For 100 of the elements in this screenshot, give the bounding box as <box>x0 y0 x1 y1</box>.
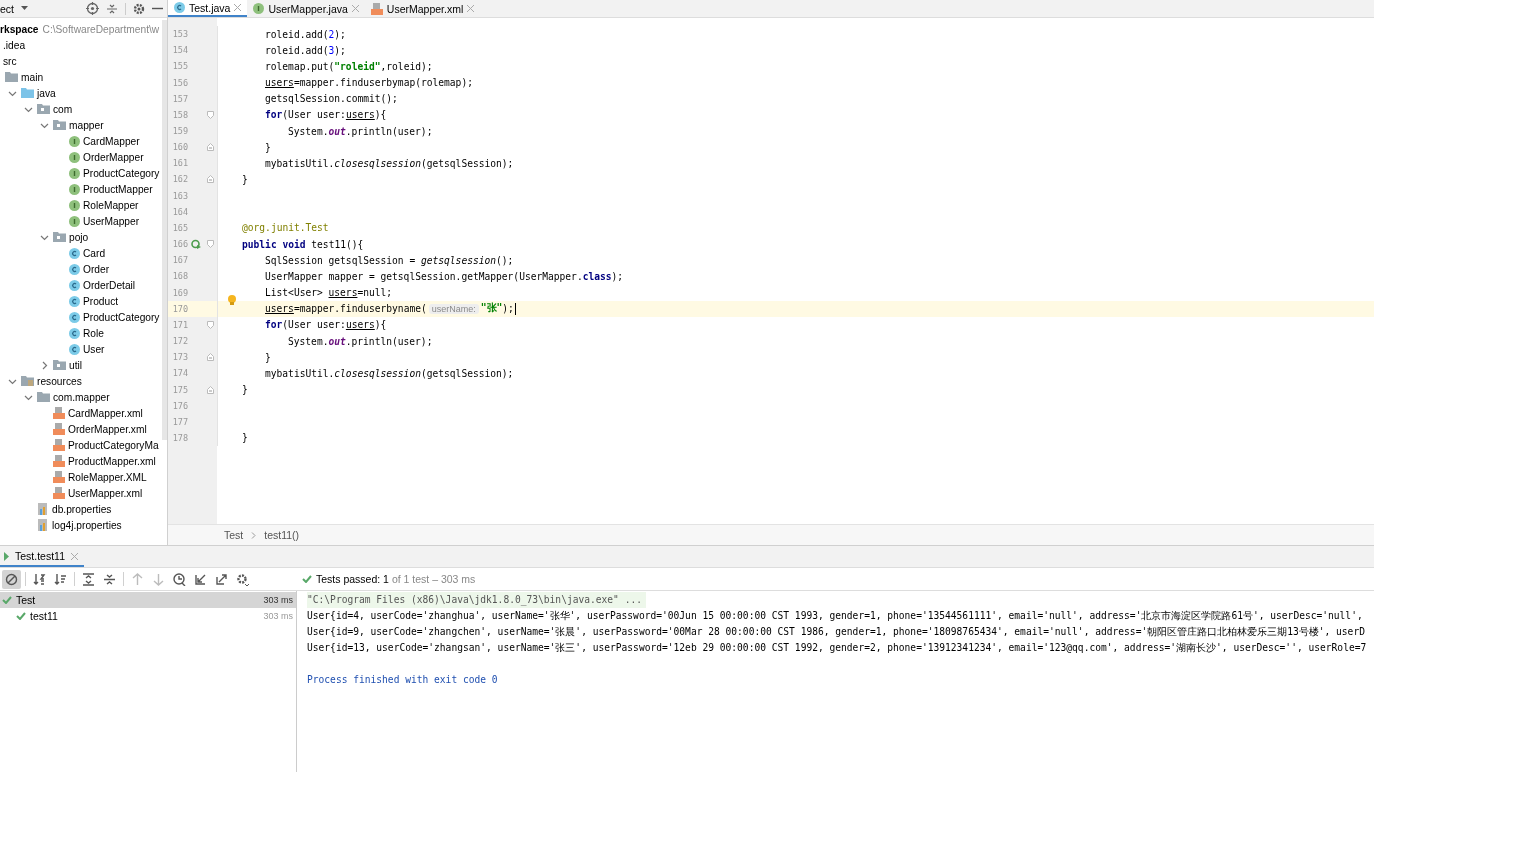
tree-item[interactable]: util <box>69 359 83 371</box>
string-literal: "roleid" <box>334 60 381 72</box>
test-row[interactable]: Test 303 ms <box>0 592 296 608</box>
project-root[interactable]: rkspace <box>0 23 39 35</box>
tree-item[interactable]: Role <box>83 327 104 339</box>
xml-file-icon <box>53 455 65 467</box>
class-icon <box>174 2 185 13</box>
collapse-chevron-icon[interactable] <box>40 360 49 370</box>
tree-item[interactable]: com.mapper <box>53 391 110 403</box>
line-number: 174 <box>171 368 188 379</box>
tree-item[interactable]: UserMapper <box>83 215 140 227</box>
line-number: 176 <box>171 400 188 411</box>
tree-item[interactable]: pojo <box>69 231 89 243</box>
dropdown-caret-icon[interactable] <box>21 6 28 11</box>
fold-marker-icon[interactable] <box>206 353 214 362</box>
line-number: 163 <box>171 190 188 201</box>
keyword: class <box>582 270 612 282</box>
editor-tab[interactable]: UserMapper.java <box>247 0 365 17</box>
line-number: 166 <box>171 239 188 250</box>
tree-item[interactable]: .idea <box>3 39 26 51</box>
variable: users <box>265 77 294 89</box>
tree-item[interactable]: db.properties <box>52 503 112 515</box>
line-number: 160 <box>171 142 188 153</box>
code-text: getsqlSession.commit(); <box>265 93 398 105</box>
tree-item[interactable]: CardMapper.xml <box>68 407 143 419</box>
tree-item[interactable]: mapper <box>69 119 104 131</box>
fold-marker-icon[interactable] <box>206 320 214 329</box>
tree-item[interactable]: RoleMapper.XML <box>68 471 147 483</box>
folder-icon <box>37 392 50 402</box>
code-text: ); <box>502 303 514 315</box>
class-icon <box>69 343 80 355</box>
editor-tab[interactable]: UserMapper.xml <box>364 0 481 17</box>
fold-marker-icon[interactable] <box>206 175 214 184</box>
static-method: getsqlsession <box>420 254 497 266</box>
tree-item[interactable]: log4j.properties <box>52 519 122 531</box>
tree-item[interactable]: CardMapper <box>83 135 140 147</box>
tree-item[interactable]: ProductCategoryMa <box>68 439 159 451</box>
properties-file-icon <box>37 503 49 515</box>
tree-item[interactable]: Order <box>83 263 110 275</box>
tree-item[interactable]: Product <box>83 295 119 307</box>
tree-item[interactable]: com <box>53 103 73 115</box>
number-literal: 3 <box>328 44 335 56</box>
code-text: (getsqlSession); <box>420 367 514 379</box>
breadcrumb-item[interactable]: test11() <box>264 529 300 541</box>
tree-item[interactable]: OrderMapper <box>83 151 144 163</box>
breadcrumb-item[interactable]: Test <box>224 529 244 541</box>
class-icon <box>69 247 80 259</box>
run-tab[interactable]: Test.test11 <box>0 550 84 567</box>
folder-icon <box>5 72 18 82</box>
run-test-icon[interactable] <box>191 239 201 250</box>
code-text: ){ <box>374 319 387 331</box>
properties-file-icon <box>37 519 49 531</box>
console-output: User{id=13, userCode='zhangsan', userName='张三', userPassword='12eb 29 00:00:00 CST 1992, gender=2, phone='13912341234', email='123@qq.com', address='湖南长沙', userDesc='', userRole=7 <box>307 641 1368 655</box>
test-status-text: Tests passed: 1 of 1 test – 303 ms <box>316 573 476 585</box>
cancel-button[interactable] <box>2 569 21 589</box>
locate-icon[interactable] <box>86 2 99 15</box>
line-number: 161 <box>171 158 188 169</box>
package-icon <box>37 104 50 114</box>
tree-item[interactable]: User <box>83 343 105 355</box>
keyword: for <box>265 319 283 331</box>
line-number: 164 <box>171 206 188 217</box>
editor-tab[interactable]: Test.java <box>168 0 248 17</box>
tree-item[interactable]: main <box>21 71 44 83</box>
variable: users <box>328 287 358 299</box>
fold-marker-icon[interactable] <box>206 240 214 249</box>
tree-item[interactable]: OrderDetail <box>83 279 136 291</box>
collapse-icon[interactable] <box>106 2 118 15</box>
code-text: roleid.add( <box>265 28 329 40</box>
close-icon[interactable] <box>234 4 242 11</box>
code-text: ){ <box>374 109 387 121</box>
package-icon <box>53 360 66 370</box>
fold-marker-icon[interactable] <box>206 385 214 394</box>
history-icon <box>173 572 186 586</box>
static-field: out <box>328 335 346 347</box>
tree-item[interactable]: ProductCategory <box>83 311 160 323</box>
test-row[interactable]: test11 303 ms <box>0 608 296 624</box>
scrollbar[interactable] <box>162 20 167 440</box>
fold-marker-icon[interactable] <box>206 143 214 152</box>
code-text: test11(){ <box>310 238 364 250</box>
tree-item[interactable]: resources <box>37 375 82 387</box>
tree-item[interactable]: OrderMapper.xml <box>68 423 147 435</box>
line-number: 159 <box>171 126 188 136</box>
exit-message: Process finished with exit code 0 <box>307 673 498 687</box>
panel-title[interactable]: ect <box>0 2 14 15</box>
fold-marker-icon[interactable] <box>206 110 214 119</box>
tree-item[interactable]: Card <box>83 247 106 259</box>
tree-item[interactable]: src <box>3 55 17 67</box>
interface-icon <box>69 135 80 147</box>
tree-item[interactable]: ProductMapper.xml <box>68 455 156 467</box>
tree-item[interactable]: ProductMapper <box>83 183 153 195</box>
static-method: closesqlsession <box>334 157 421 169</box>
tree-item[interactable]: java <box>37 87 56 99</box>
code-text: SqlSession getsqlSession = <box>265 254 417 266</box>
settings-icon[interactable] <box>133 2 145 15</box>
tree-item[interactable]: RoleMapper <box>83 199 139 211</box>
code-text: roleid.add( <box>265 44 329 56</box>
tree-item[interactable]: ProductCategory <box>83 167 160 179</box>
xml-file-icon <box>53 423 65 435</box>
lightbulb-icon[interactable] <box>228 295 236 307</box>
tree-item[interactable]: UserMapper.xml <box>68 487 143 499</box>
